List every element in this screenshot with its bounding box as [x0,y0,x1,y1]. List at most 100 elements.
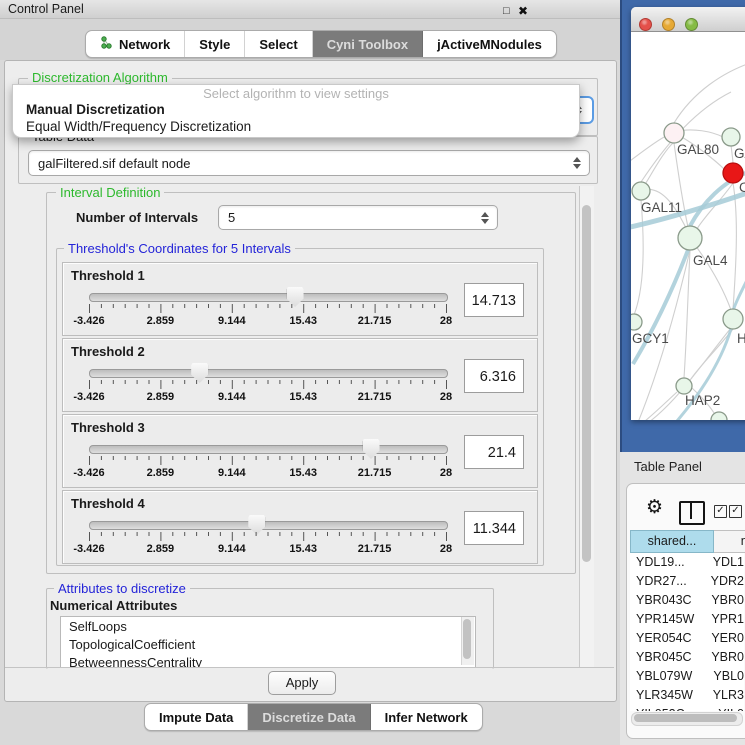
network-node[interactable] [664,123,684,143]
threshold-panel: Threshold 2-3.4262.8599.14415.4321.71528… [62,338,538,412]
network-node[interactable] [722,128,740,146]
tab-impute-data[interactable]: Impute Data [145,704,248,730]
tab-label: Select [259,37,297,52]
network-node-label: H [737,331,745,346]
discretization-algorithm-title: Discretization Algorithm [28,71,172,84]
slider-scale-label: 15.43 [273,543,333,555]
split-view-icon[interactable] [679,501,705,525]
table-data-combo-value: galFiltered.sif default node [29,156,572,171]
float-icon[interactable]: □ [503,2,510,20]
slider-scale-label: 2.859 [130,467,190,479]
mac-close-icon[interactable] [639,18,652,31]
slider-track[interactable] [89,369,448,378]
cell-shared-name: YIL052C [630,705,713,711]
column-header-name[interactable]: name [714,530,745,553]
table-row[interactable]: YER054CYER0 [630,629,744,648]
number-of-intervals-label: Number of Intervals [76,210,198,225]
slider-track[interactable] [89,445,448,454]
threshold-panel: Threshold 4-3.4262.8599.14415.4321.71528… [62,490,538,564]
threshold-value-field[interactable]: 6.316 [464,359,524,393]
threshold-value-field[interactable]: 11.344 [464,511,524,545]
close-icon[interactable]: ✖ [518,2,528,20]
tab-label: Impute Data [159,710,233,725]
numerical-attributes-list[interactable]: SelfLoopsTopologicalCoefficientBetweenne… [60,616,476,668]
network-node[interactable] [711,412,727,420]
table-panel-title: Table Panel [634,459,702,474]
spinner-arrows-icon [572,157,581,169]
cell-shared-name: YPR145W [630,610,706,629]
slider-scale-label: 21.715 [345,467,405,479]
tab-network[interactable]: Network [86,31,185,57]
table-row[interactable]: YIL052CYIL0 [630,705,744,711]
tab-jactivemnodules[interactable]: jActiveMNodules [423,31,556,57]
slider-scale-label: -3.426 [59,315,119,327]
tab-cyni-toolbox[interactable]: Cyni Toolbox [313,31,423,57]
tab-label: Cyni Toolbox [327,37,408,52]
table-row[interactable]: YLR345WYLR3 [630,686,744,705]
cell-name: YLR3 [708,686,744,705]
slider-scale-label: 15.43 [273,467,333,479]
attributes-scrollbar-thumb[interactable] [463,619,471,659]
attribute-item[interactable]: SelfLoops [61,617,475,635]
network-node-label: GAL80 [677,142,719,157]
panel-separator [5,667,614,668]
table-row[interactable]: YDL19...YDL1 [630,553,744,572]
cell-name: YIL0 [713,705,744,711]
mac-zoom-icon[interactable] [685,18,698,31]
network-node-label: GCY1 [632,331,669,346]
network-canvas[interactable]: GAL80GALCGAL11GAL4GCY1HHAP2 [631,32,745,420]
tab-label: Network [119,37,170,52]
tab-discretize-data[interactable]: Discretize Data [248,704,370,730]
algorithm-hint: Select algorithm to view settings [13,86,579,101]
attribute-item[interactable]: TopologicalCoefficient [61,635,475,653]
tab-label: Style [199,37,230,52]
network-window[interactable]: GAL80GALCGAL11GAL4GCY1HHAP2 [631,7,745,420]
tab-select[interactable]: Select [245,31,312,57]
slider-track[interactable] [89,521,448,530]
cell-shared-name: YER054C [630,629,706,648]
table-hscrollbar-thumb[interactable] [634,714,737,722]
network-node-label: GAL11 [641,200,682,215]
threshold-value-field[interactable]: 21.4 [464,435,524,469]
slider-scale-label: 15.43 [273,315,333,327]
gear-icon[interactable]: ⚙ [646,496,663,518]
apply-button[interactable]: Apply [268,671,336,695]
table-data-combo[interactable]: galFiltered.sif default node [28,150,590,176]
cell-name: YER0 [706,629,744,648]
table-row[interactable]: YBL079WYBL0 [630,667,744,686]
slider-scale-label: 2.859 [130,315,190,327]
threshold-value-field[interactable]: 14.713 [464,283,524,317]
attributes-title: Attributes to discretize [54,582,190,595]
network-node[interactable] [631,314,642,330]
tab-style[interactable]: Style [185,31,245,57]
table-row[interactable]: YDR27...YDR2 [630,572,744,591]
algorithm-option[interactable]: Equal Width/Frequency Discretization [26,119,251,134]
checkbox-icon[interactable]: ✓ [729,505,742,518]
mac-minimize-icon[interactable] [662,18,675,31]
table-rows[interactable]: YDL19...YDL1YDR27...YDR2YBR043CYBR0YPR14… [630,553,744,711]
network-node[interactable] [676,378,692,394]
spinner-arrows-icon [480,212,489,224]
tab-label: Discretize Data [262,710,355,725]
bottom-tabs: Impute Data Discretize Data Infer Network [144,703,483,731]
table-row[interactable]: YBR045CYBR0 [630,648,744,667]
threshold-panel: Threshold 3-3.4262.8599.14415.4321.71528… [62,414,538,488]
attribute-item[interactable]: BetweennessCentrality [61,653,475,668]
number-of-intervals-combo[interactable]: 5 [218,205,498,230]
tab-infer-network[interactable]: Infer Network [371,704,482,730]
table-row[interactable]: YBR043CYBR0 [630,591,744,610]
checkbox-icon[interactable]: ✓ [714,505,727,518]
panel-scrollbar-thumb[interactable] [582,205,591,562]
column-header-shared[interactable]: shared... [630,530,714,553]
cell-name: YDR2 [706,572,744,591]
table-row[interactable]: YPR145WYPR1 [630,610,744,629]
cell-name: YBR0 [706,591,744,610]
algorithm-option[interactable]: Manual Discretization [26,102,165,117]
network-node[interactable] [723,309,743,329]
network-node[interactable] [678,226,702,250]
threshold-label: Threshold 1 [71,268,145,283]
cell-shared-name: YBR045C [630,648,706,667]
network-node[interactable] [632,182,650,200]
threshold-label: Threshold 4 [71,496,145,511]
slider-track[interactable] [89,293,448,302]
